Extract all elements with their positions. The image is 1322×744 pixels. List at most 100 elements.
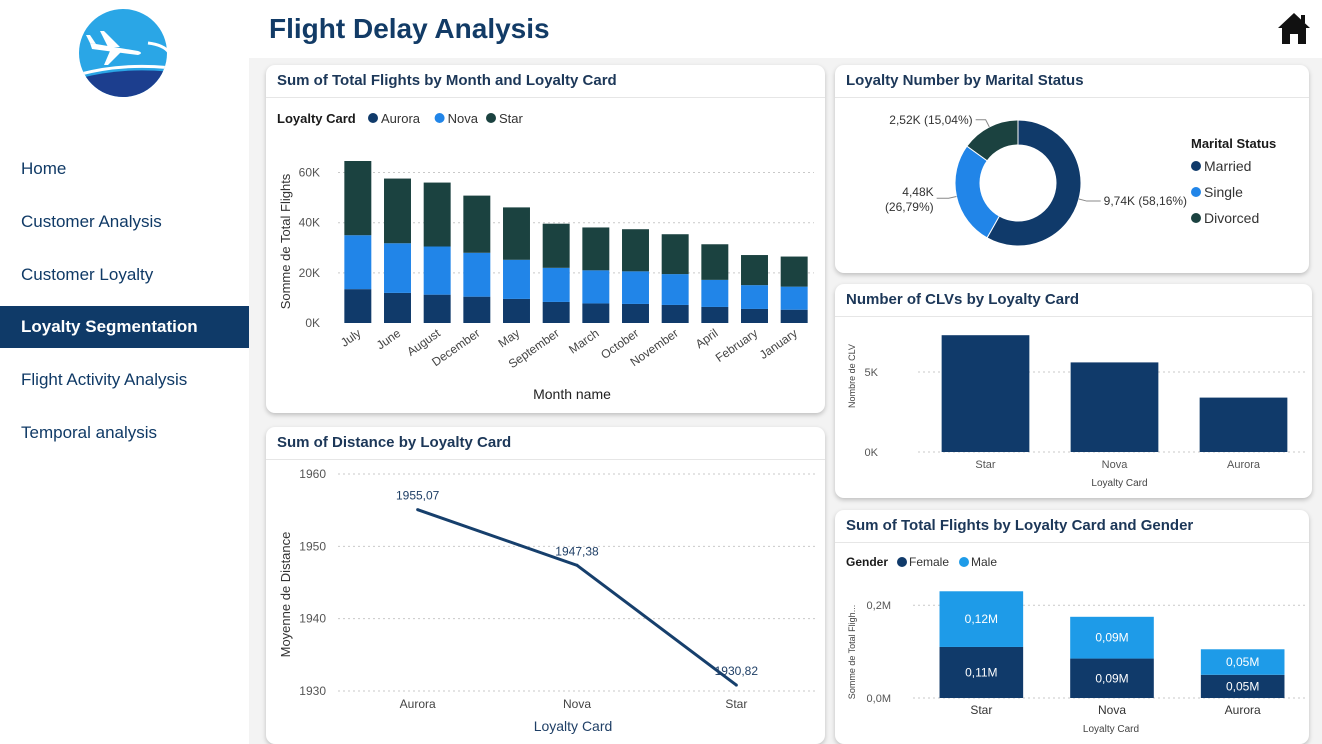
x-tick-label: Aurora	[400, 697, 436, 711]
x-tick-label: July	[338, 326, 364, 350]
airplane-logo-icon	[72, 7, 178, 103]
legend-marker	[434, 113, 445, 123]
sidebar-item-home[interactable]: Home	[0, 148, 249, 190]
bar-segment	[344, 161, 372, 236]
bar-segment	[423, 246, 451, 295]
clv-bar	[941, 335, 1030, 452]
marital-status-card: Loyalty Number by Marital Status 9,74K (…	[835, 65, 1309, 273]
x-tick-label: Star	[970, 703, 992, 717]
gender-chart: Gender Female Male 0,0M 0,2M Somme de Total F…	[846, 555, 1305, 735]
x-axis-label: Loyalty Card	[1083, 724, 1139, 735]
bar-segment	[344, 235, 372, 290]
sidebar-item-customer-analysis[interactable]: Customer Analysis	[0, 201, 249, 243]
bar-segment	[463, 296, 491, 323]
bar-segment	[661, 234, 689, 275]
bar-segment	[503, 259, 530, 299]
sidebar-item-temporal-analysis[interactable]: Temporal analysis	[0, 412, 249, 454]
x-axis-label: Loyalty Card	[1091, 478, 1147, 489]
x-tick-label: Nova	[1102, 459, 1129, 471]
legend-marker	[368, 113, 378, 123]
x-tick-label: Aurora	[1227, 459, 1261, 471]
legend-label: Single	[1204, 184, 1243, 200]
legend-marker	[897, 557, 907, 567]
bar-segment	[542, 301, 570, 323]
leader-line	[936, 196, 957, 199]
bar-segment	[622, 271, 649, 304]
x-tick-label: June	[374, 326, 404, 353]
bar-segment	[701, 279, 729, 307]
y-tick-label: 1930	[299, 684, 326, 698]
clv-chart: 0K 5K Nombre de CLV Star Nova Aurora Loyalty C…	[847, 335, 1305, 489]
monthly-flights-chart: Loyalty Card Aurora Nova Star 0K 20K 40K 60K Som…	[277, 111, 814, 402]
slice-label: (26,79%)	[885, 200, 934, 214]
x-tick-label: April	[693, 326, 721, 351]
bar-segment	[423, 294, 451, 323]
x-axis-label: Month name	[533, 386, 611, 402]
clv-card: Number of CLVs by Loyalty Card 0K 5K Nombr…	[835, 284, 1312, 498]
data-label: 0,09M	[1095, 631, 1128, 645]
y-axis-label: Somme de Total Fligh...	[847, 605, 857, 699]
bar-segment	[780, 286, 808, 310]
y-tick-label: 0K	[305, 316, 320, 330]
y-tick-label: 1950	[299, 539, 326, 553]
bar-segment	[503, 298, 530, 323]
sidebar-item-customer-loyalty[interactable]: Customer Loyalty	[0, 254, 249, 296]
donut-slice-single	[954, 145, 1000, 239]
bar-segment	[622, 303, 649, 323]
slice-label: 2,52K (15,04%)	[889, 113, 972, 127]
x-tick-label: Nova	[563, 697, 591, 711]
y-tick-label: 0,0M	[867, 693, 891, 705]
distance-card: Sum of Distance by Loyalty Card 1930 1940…	[266, 427, 825, 744]
data-label: 0,09M	[1095, 671, 1128, 685]
legend-marker	[1191, 161, 1201, 171]
x-axis-label: Loyalty Card	[534, 718, 613, 734]
bar-segment	[384, 178, 411, 244]
bar-segment	[741, 255, 768, 286]
data-label: 1947,38	[555, 544, 599, 558]
bar-segment	[463, 195, 491, 253]
x-tick-label: Nova	[1098, 703, 1126, 717]
bar-segment	[780, 309, 808, 323]
x-tick-label: May	[496, 326, 523, 350]
y-tick-label: 20K	[299, 266, 320, 280]
data-label: 1930,82	[715, 664, 759, 678]
data-point	[734, 683, 738, 687]
y-tick-label: 0,2M	[867, 600, 891, 612]
legend-marker	[959, 557, 969, 567]
bar-segment	[582, 227, 610, 271]
sidebar-item-loyalty-segmentation[interactable]: Loyalty Segmentation	[0, 306, 249, 348]
x-tick-label: Aurora	[1225, 703, 1261, 717]
slice-label: 9,74K (58,16%)	[1104, 194, 1187, 208]
y-tick-label: 60K	[299, 166, 320, 180]
data-point	[416, 508, 420, 512]
bar-segment	[582, 270, 610, 304]
y-tick-label: 0K	[865, 447, 879, 459]
sidebar-item-flight-activity-analysis[interactable]: Flight Activity Analysis	[0, 359, 249, 401]
bar-segment	[463, 252, 491, 297]
legend-label: Divorced	[1204, 210, 1259, 226]
bar-segment	[542, 267, 570, 302]
home-icon[interactable]	[1276, 10, 1312, 46]
bar-segment	[384, 292, 411, 323]
data-point	[575, 563, 579, 567]
data-label: 0,05M	[1226, 679, 1259, 693]
bar-segment	[622, 229, 649, 272]
monthly-flights-card: Sum of Total Flights by Month and Loyalt…	[266, 65, 825, 413]
bar-segment	[423, 182, 451, 247]
bar-segment	[661, 274, 689, 305]
sidebar: Home Customer Analysis Customer Loyalty …	[0, 0, 249, 744]
legend-label: Aurora	[381, 111, 421, 126]
bar-segment	[503, 207, 530, 260]
y-tick-label: 5K	[865, 367, 879, 379]
y-tick-label: 1960	[299, 467, 326, 481]
bar-segment	[542, 223, 570, 268]
data-label: 0,12M	[965, 612, 998, 626]
legend-label: Nova	[448, 111, 479, 126]
y-axis-label: Moyenne de Distance	[278, 532, 293, 658]
bar-segment	[741, 285, 768, 309]
legend-label: Star	[499, 111, 524, 126]
x-tick-label: February	[713, 326, 760, 365]
legend-marker	[486, 113, 496, 123]
bar-segment	[384, 243, 411, 293]
data-label: 0,05M	[1226, 655, 1259, 669]
